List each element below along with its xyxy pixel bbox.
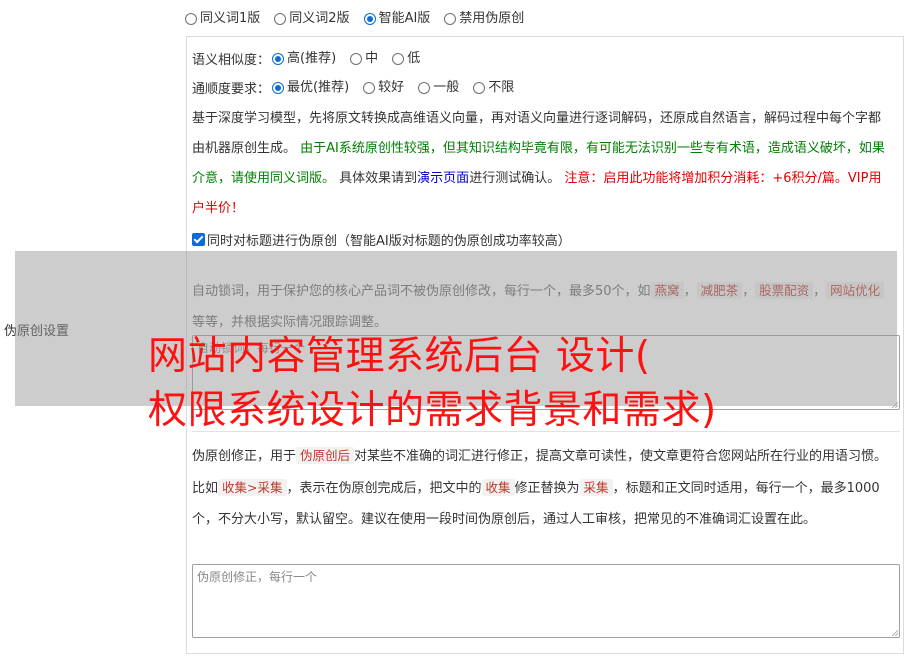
radio-ai[interactable] xyxy=(363,13,376,25)
overlay-title-line-1: 网站内容管理系统后台 设计( xyxy=(148,334,651,379)
radio-fluency-normal[interactable] xyxy=(418,81,431,94)
fluency-option-best[interactable]: 最优(推荐) xyxy=(272,77,349,99)
fluency-option-any[interactable]: 不限 xyxy=(473,77,514,99)
radio-similarity-low[interactable] xyxy=(392,52,405,65)
fix-text: ，表示在伪原创完成后，把文中的 xyxy=(286,481,482,496)
fluency-row: 通顺度要求： 最优(推荐) 较好 一般 不限 xyxy=(192,73,903,102)
description-text: 进行测试确认。 xyxy=(469,171,561,186)
option-label: 不限 xyxy=(488,79,515,95)
option-label: 低 xyxy=(407,50,421,66)
title-rewrite-option[interactable]: 同时对标题进行伪原创（智能AI版对标题的伪原创成功率较高） xyxy=(192,225,903,253)
fluency-label: 通顺度要求： xyxy=(192,82,271,97)
fluency-option-good[interactable]: 较好 xyxy=(363,77,404,99)
version-radio-group: 同义词1版 同义词2版 智能AI版 禁用伪原创 xyxy=(185,8,538,30)
radio-fluency-good[interactable] xyxy=(363,81,376,94)
radio-disable[interactable] xyxy=(444,13,457,25)
version-option-synonym-1[interactable]: 同义词1版 xyxy=(185,8,260,30)
radio-similarity-mid[interactable] xyxy=(350,52,363,65)
version-label: 智能AI版 xyxy=(378,11,431,26)
similarity-option-mid[interactable]: 中 xyxy=(350,48,378,70)
option-label: 最优(推荐) xyxy=(287,79,350,95)
option-label: 高(推荐) xyxy=(287,50,337,66)
similarity-row: 语义相似度： 高(推荐) 中 低 xyxy=(192,44,903,73)
fix-text: 修正替换为 xyxy=(514,481,580,496)
version-label: 同义词2版 xyxy=(289,11,350,26)
similarity-option-low[interactable]: 低 xyxy=(392,48,420,70)
demo-page-link[interactable]: 演示页面 xyxy=(417,171,469,186)
ai-description: 基于深度学习模型，先将原文转换成高维语义向量，再对语义向量进行逐词解码，还原成自… xyxy=(192,104,903,224)
radio-fluency-best[interactable] xyxy=(272,81,285,94)
description-text: 具体效果请到 xyxy=(339,171,418,186)
title-rewrite-label: 同时对标题进行伪原创（智能AI版对标题的伪原创成功率较高） xyxy=(207,233,571,249)
page: 同义词1版 同义词2版 智能AI版 禁用伪原创 伪原创设置 语义相似度： 高(推… xyxy=(0,0,911,658)
option-label: 一般 xyxy=(433,79,460,95)
radio-synonym-2[interactable] xyxy=(274,13,287,25)
fix-tag: 采集 xyxy=(579,479,613,496)
radio-similarity-high[interactable] xyxy=(272,52,285,65)
similarity-option-high[interactable]: 高(推荐) xyxy=(272,48,336,70)
radio-fluency-any[interactable] xyxy=(473,81,486,94)
overlay-title: 网站内容管理系统后台 设计( 权限系统设计的需求背景和需求) xyxy=(148,330,717,438)
fix-tag: 收集>采集 xyxy=(218,479,287,496)
radio-synonym-1[interactable] xyxy=(185,13,197,25)
fix-text: 伪原创修正，用于 xyxy=(192,449,297,464)
similarity-label: 语义相似度： xyxy=(192,53,271,68)
fix-words-description: 伪原创修正，用于 伪原创后 对某些不准确的词汇进行修正，提高文章可读性，使文章更符合… xyxy=(192,440,897,535)
version-option-ai[interactable]: 智能AI版 xyxy=(363,8,431,30)
fix-words-textarea[interactable]: 伪原创修正，每行一个 xyxy=(192,564,900,638)
version-label: 禁用伪原创 xyxy=(459,11,525,26)
overlay-title-line-2: 权限系统设计的需求背景和需求) xyxy=(148,388,717,433)
title-rewrite-checkbox[interactable] xyxy=(192,232,205,246)
fix-tag: 伪原创后 xyxy=(296,447,355,464)
fix-tag: 收集 xyxy=(481,479,515,496)
version-option-synonym-2[interactable]: 同义词2版 xyxy=(274,8,350,30)
version-label: 同义词1版 xyxy=(200,11,261,26)
option-label: 中 xyxy=(365,50,379,66)
version-option-disable[interactable]: 禁用伪原创 xyxy=(444,8,524,30)
fluency-option-normal[interactable]: 一般 xyxy=(418,77,459,99)
option-label: 较好 xyxy=(378,79,405,95)
